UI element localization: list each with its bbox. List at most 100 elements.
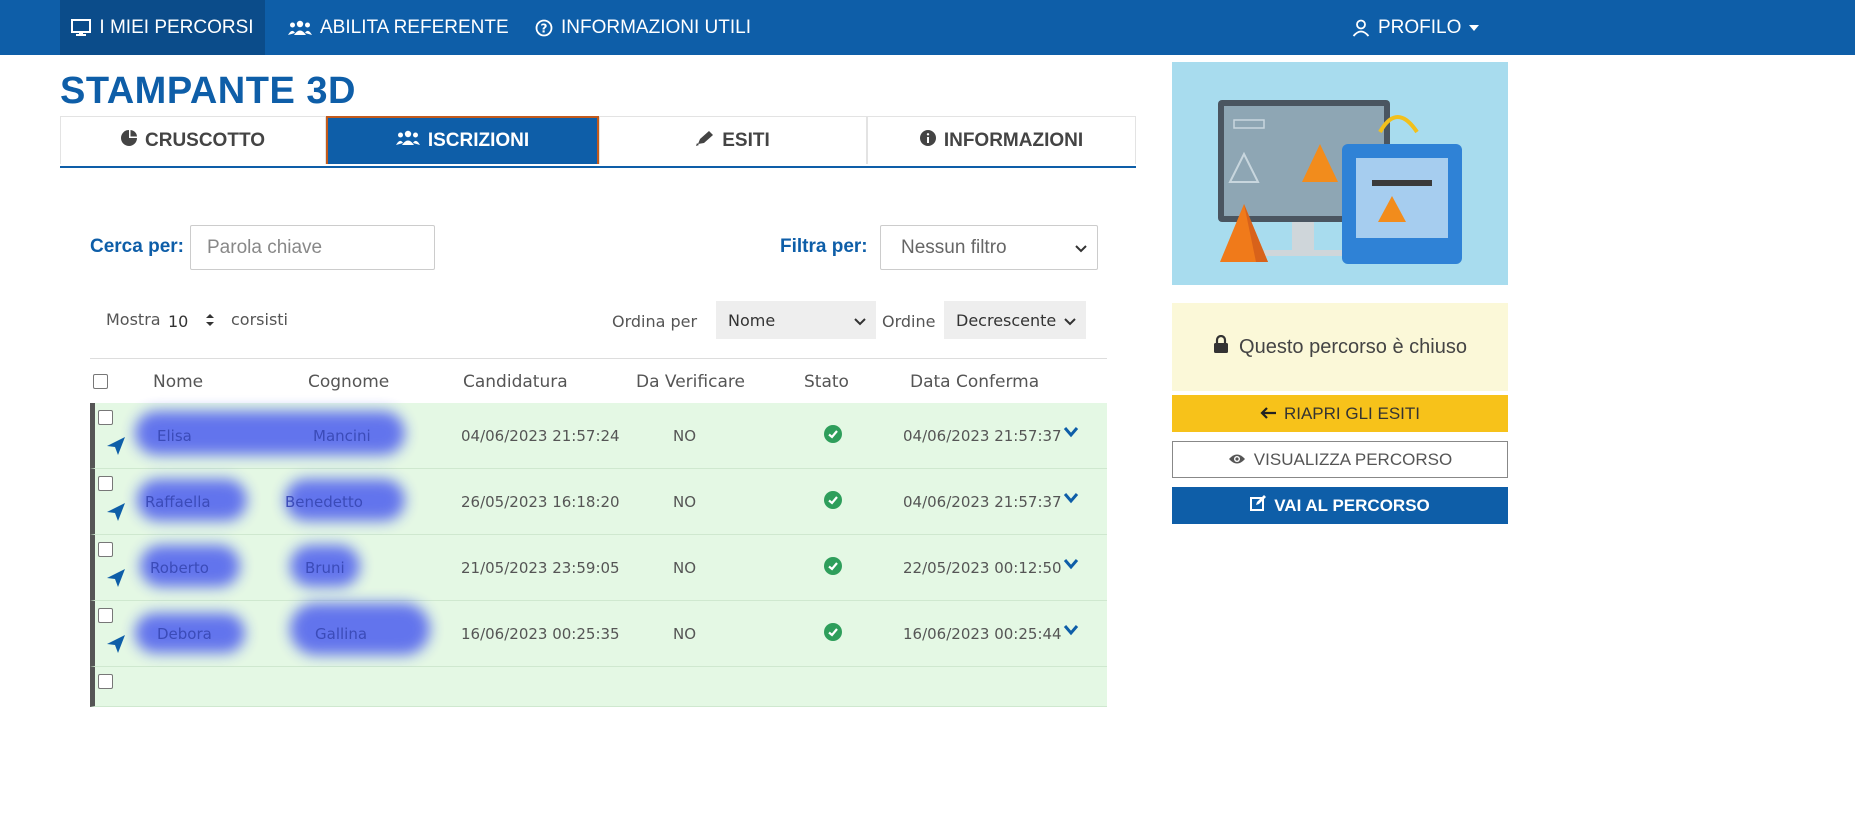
page-title: STAMPANTE 3D — [60, 70, 356, 112]
chevron-down-icon — [1075, 237, 1087, 259]
search-input[interactable]: Parola chiave — [190, 225, 435, 270]
tab-label: ISCRIZIONI — [427, 130, 530, 151]
cell-nome: Debora — [157, 625, 212, 643]
nav-item-informazioni-utili[interactable]: ? INFORMAZIONI UTILI — [535, 0, 751, 55]
order-value: Decrescente — [956, 310, 1057, 330]
cell-candidatura: 26/05/2023 16:18:20 — [461, 493, 620, 511]
table-row[interactable]: Roberto Bruni 21/05/2023 23:59:05 NO 22/… — [90, 535, 1107, 601]
cell-nome: Roberto — [150, 559, 209, 577]
expand-chevron-icon[interactable] — [1063, 491, 1079, 509]
expand-chevron-icon[interactable] — [1063, 557, 1079, 575]
lock-icon — [1213, 334, 1229, 359]
row-checkbox[interactable] — [98, 476, 113, 491]
search-label: Cerca per: — [90, 236, 184, 257]
check-circle-icon — [824, 425, 842, 443]
tab-label: CRUSCOTTO — [145, 129, 265, 151]
tab-label: ESITI — [722, 129, 770, 151]
cell-da-verificare: NO — [673, 427, 697, 445]
cell-cognome: Bruni — [305, 559, 345, 577]
column-header-data-conferma[interactable]: Data Conferma — [910, 372, 1039, 392]
tab-informazioni[interactable]: INFORMAZIONI — [867, 116, 1136, 164]
pie-chart-icon — [121, 129, 137, 152]
row-checkbox[interactable] — [98, 542, 113, 557]
check-circle-icon — [824, 623, 842, 641]
show-suffix: corsisti — [231, 310, 288, 329]
reopen-results-button[interactable]: RIAPRI GLI ESITI — [1172, 395, 1508, 432]
arrow-left-icon — [1260, 404, 1276, 424]
cell-data-conferma: 04/06/2023 21:57:37 — [903, 493, 1062, 511]
page-size-select[interactable]: 10 — [168, 312, 214, 331]
cell-da-verificare: NO — [673, 625, 697, 643]
nav-item-abilita-referente[interactable]: ABILITA REFERENTE — [288, 0, 509, 55]
filter-select[interactable]: Nessun filtro — [880, 225, 1098, 270]
course-image — [1172, 62, 1508, 285]
column-header-candidatura[interactable]: Candidatura — [463, 372, 568, 392]
row-checkbox[interactable] — [98, 608, 113, 623]
order-by-value: Nome — [728, 310, 776, 330]
cell-data-conferma: 16/06/2023 00:25:44 — [903, 625, 1062, 643]
button-label: VISUALIZZA PERCORSO — [1253, 449, 1453, 469]
cell-cognome: Mancini — [313, 427, 371, 445]
cell-cognome: Gallina — [315, 625, 368, 643]
monitor-icon — [71, 18, 92, 37]
nav-item-miei-percorsi[interactable]: I MIEI PERCORSI — [60, 0, 265, 55]
info-icon — [919, 129, 936, 152]
users-icon — [288, 20, 312, 36]
expand-chevron-icon[interactable] — [1063, 623, 1079, 641]
top-navbar: I MIEI PERCORSI ABILITA REFERENTE ? INFO… — [0, 0, 1855, 55]
nav-item-label: I MIEI PERCORSI — [99, 16, 254, 38]
tab-iscrizioni[interactable]: ISCRIZIONI — [326, 116, 599, 164]
row-checkbox[interactable] — [98, 410, 113, 425]
send-icon[interactable] — [107, 635, 125, 658]
filter-label: Filtra per: — [780, 236, 868, 257]
column-header-cognome[interactable]: Cognome — [308, 372, 389, 392]
tab-cruscotto[interactable]: CRUSCOTTO — [60, 116, 326, 164]
profile-menu[interactable]: PROFILO — [1352, 0, 1480, 55]
table-row[interactable]: Raffaella Benedetto 26/05/2023 16:18:20 … — [90, 469, 1107, 535]
order-label: Ordine — [882, 312, 936, 331]
chevron-down-icon — [1064, 311, 1076, 330]
sort-updown-icon — [205, 312, 215, 331]
select-all-checkbox[interactable] — [93, 374, 108, 389]
course-closed-notice: Questo percorso è chiuso — [1172, 303, 1508, 391]
expand-chevron-icon[interactable] — [1063, 425, 1079, 443]
cell-nome: Elisa — [157, 427, 192, 445]
go-to-course-button[interactable]: VAI AL PERCORSO — [1172, 487, 1508, 524]
page-size-value: 10 — [168, 312, 189, 331]
eye-icon — [1228, 450, 1246, 470]
cell-data-conferma: 04/06/2023 21:57:37 — [903, 427, 1062, 445]
column-header-nome[interactable]: Nome — [153, 372, 203, 392]
table-row[interactable]: Elisa Mancini 04/06/2023 21:57:24 NO 04/… — [90, 403, 1107, 469]
tab-esiti[interactable]: ESITI — [599, 116, 867, 164]
tab-label: INFORMAZIONI — [943, 129, 1084, 151]
check-circle-icon — [824, 557, 842, 575]
show-label: Mostra — [106, 310, 161, 329]
chevron-down-icon — [854, 311, 866, 330]
order-by-select[interactable]: Nome — [716, 301, 876, 339]
table-row[interactable]: Debora Gallina 16/06/2023 00:25:35 NO 16… — [90, 601, 1107, 667]
cell-nome: Raffaella — [145, 493, 211, 511]
send-icon[interactable] — [107, 569, 125, 592]
column-header-stato[interactable]: Stato — [804, 372, 849, 392]
order-select[interactable]: Decrescente — [944, 301, 1086, 339]
closed-message: Questo percorso è chiuso — [1239, 335, 1467, 358]
edit-icon — [1250, 495, 1267, 516]
cell-da-verificare: NO — [673, 493, 697, 511]
column-header-da-verificare[interactable]: Da Verificare — [636, 372, 745, 392]
profile-label: PROFILO — [1378, 16, 1462, 38]
row-checkbox[interactable] — [98, 674, 113, 689]
cell-data-conferma: 22/05/2023 00:12:50 — [903, 559, 1062, 577]
cell-da-verificare: NO — [673, 559, 697, 577]
button-label: RIAPRI GLI ESITI — [1283, 403, 1421, 423]
user-icon — [1352, 19, 1370, 37]
view-course-button[interactable]: VISUALIZZA PERCORSO — [1172, 441, 1508, 478]
table-divider — [90, 358, 1107, 359]
question-circle-icon: ? — [535, 19, 553, 37]
table-row[interactable] — [90, 667, 1107, 707]
cell-cognome: Benedetto — [285, 493, 363, 511]
pen-icon — [696, 130, 714, 152]
send-icon[interactable] — [107, 437, 125, 460]
button-label: VAI AL PERCORSO — [1274, 495, 1430, 515]
send-icon[interactable] — [107, 503, 125, 526]
nav-item-label: ABILITA REFERENTE — [320, 16, 509, 38]
